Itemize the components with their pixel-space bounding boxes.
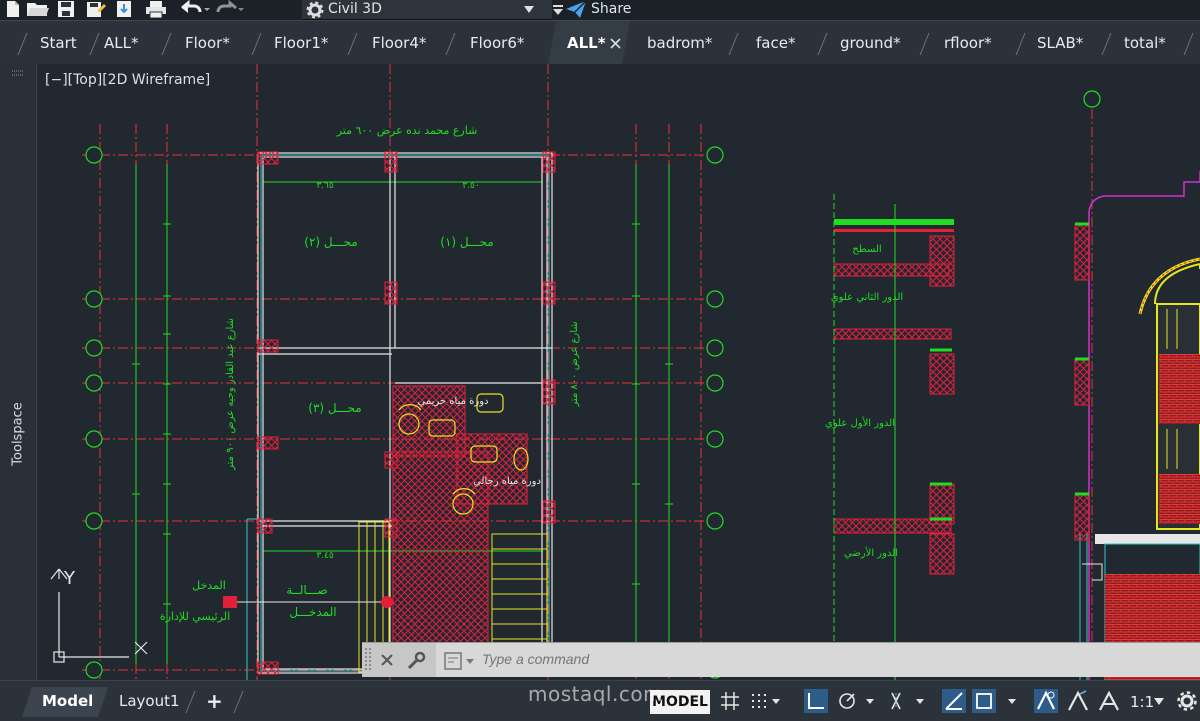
hatched-lobby xyxy=(392,385,528,673)
shop2-label: محـــل (٢) xyxy=(304,235,357,249)
tab-separator xyxy=(185,691,196,713)
redo-icon[interactable] xyxy=(216,0,246,18)
tab-separator xyxy=(233,691,244,713)
tab-rfloor[interactable]: rfloor* xyxy=(944,21,992,65)
publish-icon[interactable] xyxy=(114,0,134,18)
open-icon[interactable] xyxy=(26,0,50,18)
first-floor-label: الدور الأول علوي xyxy=(825,416,895,429)
tab-separator xyxy=(445,33,456,55)
dimension-b-label: ٣.٥٠ xyxy=(462,181,479,191)
tab-start[interactable]: Start xyxy=(40,21,77,65)
grip-icon[interactable] xyxy=(364,648,372,672)
tab-slab[interactable]: SLAB* xyxy=(1037,21,1083,65)
ground-floor-label: الدور الأرضي xyxy=(844,546,898,559)
tab-floor6[interactable]: Floor6* xyxy=(470,21,524,65)
street-top-label: شارع محمد نده عرض ٦٠٠ متر xyxy=(336,124,478,137)
command-line-controls xyxy=(362,643,436,677)
wc-women-label: دورة مياه حريمي xyxy=(418,396,489,407)
tab-separator xyxy=(919,33,930,55)
close-tab-icon[interactable] xyxy=(610,38,621,49)
tab-separator xyxy=(347,33,358,55)
command-line[interactable] xyxy=(362,642,1200,677)
section-drawing xyxy=(833,194,955,680)
toolspace-panel[interactable]: Toolspace xyxy=(0,64,37,680)
chevron-down-icon[interactable] xyxy=(1154,698,1164,706)
tab-layout1[interactable]: Layout1 xyxy=(119,689,180,713)
auto-scale-icon[interactable] xyxy=(1066,690,1090,712)
tab-separator xyxy=(251,33,262,55)
entrance-word-label: المدخـــل xyxy=(289,605,336,619)
selection-cycling-icon[interactable] xyxy=(972,689,1024,713)
grid-display-icon[interactable] xyxy=(720,691,740,711)
tab-total[interactable]: total* xyxy=(1124,21,1166,65)
save-icon[interactable] xyxy=(56,0,76,18)
facade-drawing xyxy=(1074,109,1200,680)
tab-separator xyxy=(17,33,28,55)
ortho-mode-icon[interactable] xyxy=(804,689,828,713)
tab-floor1[interactable]: Floor1* xyxy=(274,21,328,65)
second-floor-label: الدور الثاني علوي xyxy=(831,292,903,303)
tab-separator xyxy=(89,33,100,55)
chevron-down-icon xyxy=(524,6,534,13)
command-input[interactable] xyxy=(482,650,782,668)
object-snap-tracking-icon[interactable] xyxy=(888,691,928,711)
annotation-scale-icon[interactable] xyxy=(1097,690,1121,712)
tab-separator xyxy=(817,33,828,55)
tab-model[interactable]: Model xyxy=(42,689,93,713)
tab-face[interactable]: face* xyxy=(756,21,795,65)
object-snap-icon[interactable] xyxy=(942,689,966,713)
hall-label: صـــالــة xyxy=(286,583,328,597)
tab-separator xyxy=(161,33,172,55)
undo-icon[interactable] xyxy=(178,0,210,18)
tab-separator xyxy=(1101,33,1112,55)
shop3-label: محـــل (٣) xyxy=(308,401,361,415)
cyan-walls xyxy=(246,154,1088,680)
customize-menu-icon[interactable] xyxy=(552,4,564,16)
tab-badrom[interactable]: badrom* xyxy=(647,21,712,65)
gear-icon[interactable] xyxy=(1176,690,1198,712)
roof-label: السطح xyxy=(852,244,881,255)
quick-access-toolbar: Civil 3D Share xyxy=(0,0,1200,20)
dimension-c-label: ٣.٤٥ xyxy=(316,551,334,561)
share-icon xyxy=(566,1,586,18)
print-icon[interactable] xyxy=(144,0,168,18)
shop1-label: محـــل (١) xyxy=(440,235,493,249)
ucs-y-label: Y xyxy=(63,568,76,589)
viewport-controls[interactable]: [−][Top][2D Wireframe] xyxy=(45,72,210,88)
add-layout-button[interactable]: + xyxy=(206,689,223,713)
dimension-a-label: ٣.٦٥ xyxy=(316,181,334,191)
tab-separator xyxy=(728,33,739,55)
annotation-scale-value[interactable]: 1:1 xyxy=(1130,691,1154,713)
polar-tracking-icon[interactable] xyxy=(838,691,878,711)
main-entrance-label: المدخل xyxy=(192,579,226,592)
tab-ground[interactable]: ground* xyxy=(840,21,901,65)
drawing-canvas[interactable]: شارع محمد نده عرض ٦٠٠ متر محـــل (١) محـ… xyxy=(37,64,1200,680)
toolspace-label: Toolspace xyxy=(10,402,26,466)
cad-drawing[interactable]: شارع محمد نده عرض ٦٠٠ متر محـــل (١) محـ… xyxy=(37,64,1200,680)
new-icon[interactable] xyxy=(4,0,22,18)
share-label: Share xyxy=(591,1,632,17)
wc-men-label: دورة مياه رجالي xyxy=(473,476,541,487)
snap-mode-icon[interactable] xyxy=(750,691,782,711)
wrench-icon[interactable] xyxy=(406,651,426,671)
watermark: mostaql.com xyxy=(528,682,664,706)
street-right-label: شارع عرض ٨٠٠ متر xyxy=(569,321,580,407)
street-left-label: شارع عبد القادر وجيه عرض ٩٠٠ متر xyxy=(225,318,236,471)
annotation-visibility-icon[interactable] xyxy=(1034,689,1058,713)
tab-floor[interactable]: Floor* xyxy=(185,21,230,65)
workspace-gear-icon xyxy=(306,1,324,19)
file-tabs-bar: Start ALL* Floor* Floor1* Floor4* Floor6… xyxy=(0,20,1200,65)
grip-icon[interactable] xyxy=(11,70,25,76)
tab-all[interactable]: ALL* xyxy=(104,21,138,65)
workspace-label: Civil 3D xyxy=(328,1,382,17)
admin-entrance-label: الرئيسي للإدارة xyxy=(160,610,230,623)
tab-separator xyxy=(1015,33,1026,55)
tab-floor4[interactable]: Floor4* xyxy=(372,21,426,65)
tab-all-active[interactable]: ALL* xyxy=(567,21,606,65)
tab-separator xyxy=(1183,33,1194,55)
workspace-selector[interactable]: Civil 3D xyxy=(302,0,552,20)
close-icon[interactable] xyxy=(380,653,394,667)
command-prompt-icon[interactable] xyxy=(444,652,476,670)
save-as-icon[interactable] xyxy=(86,0,106,18)
